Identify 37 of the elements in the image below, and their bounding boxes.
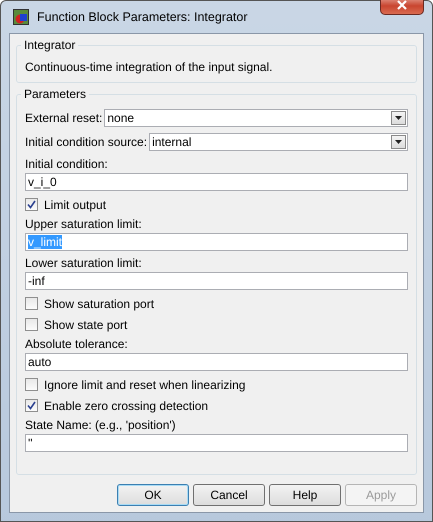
dropdown-arrow-icon <box>395 140 402 144</box>
dialog-button[interactable]: OK <box>117 484 189 506</box>
checkbox[interactable] <box>25 378 38 391</box>
dialog-button[interactable]: Cancel <box>193 484 265 506</box>
input-field[interactable]: v_i_0 <box>25 173 408 191</box>
checkmark-icon <box>27 401 36 410</box>
group-title: Parameters <box>23 87 88 101</box>
dropdown-arrow-icon <box>395 116 402 120</box>
input-field[interactable]: auto <box>25 353 408 371</box>
field-label: Absolute tolerance: <box>25 336 129 353</box>
field-label: State Name: (e.g., 'position') <box>25 417 177 434</box>
window-title: Function Block Parameters: Integrator <box>37 10 248 24</box>
dropdown[interactable]: internal <box>149 133 408 151</box>
checkbox-label: Ignore limit and reset when linearizing <box>44 378 246 392</box>
field-label: Initial condition: <box>25 156 109 173</box>
checkbox-label: Show state port <box>44 318 128 332</box>
checkbox-label: Enable zero crossing detection <box>44 398 208 412</box>
field-label: External reset: <box>25 111 102 125</box>
checkbox[interactable] <box>25 198 38 211</box>
checkbox[interactable] <box>25 297 38 310</box>
close-button[interactable] <box>380 0 424 15</box>
block-diagram-icon <box>13 9 29 25</box>
dropdown[interactable]: none <box>104 109 408 127</box>
checkbox-label: Show saturation port <box>44 296 154 310</box>
field-label: Lower saturation limit: <box>25 255 143 272</box>
checkmark-icon <box>27 200 36 209</box>
checkbox[interactable] <box>25 399 38 412</box>
input-field[interactable]: '' <box>25 434 408 452</box>
group-title: Integrator <box>23 38 76 52</box>
field-label: Upper saturation limit: <box>25 216 143 233</box>
checkbox[interactable] <box>25 318 38 331</box>
block-description: Continuous-time integration of the input signal. <box>25 59 274 74</box>
close-icon <box>397 0 407 10</box>
checkbox-label: Limit output <box>44 198 106 212</box>
dialog-button[interactable]: Help <box>269 484 341 506</box>
field-label: Initial condition source: <box>25 135 148 149</box>
input-field[interactable]: -inf <box>25 272 408 290</box>
